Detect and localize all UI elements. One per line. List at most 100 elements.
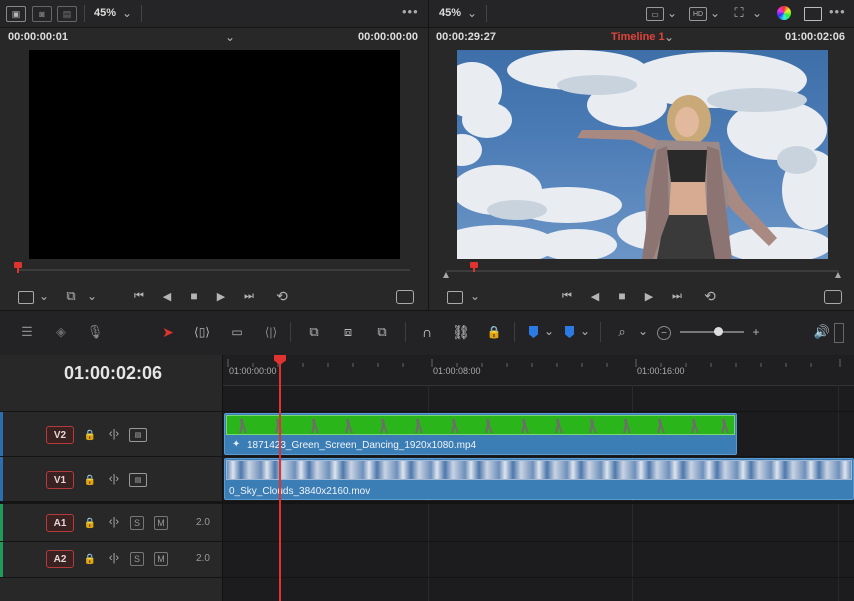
chevron-down-icon[interactable]: ⌄ — [469, 289, 481, 303]
chevron-down-icon[interactable]: ⌄ — [579, 324, 591, 338]
clip-v2[interactable]: ✦ 1871423_Green_Screen_Dancing_1920x1080… — [224, 413, 737, 455]
snapping-icon[interactable]: ∩ — [417, 323, 437, 341]
jump-to-start-icon[interactable]: ⏮ — [558, 289, 576, 303]
hd-output-icon[interactable]: HD — [689, 7, 707, 21]
clip-v1[interactable]: 0_Sky_Clouds_3840x2160.mov — [224, 458, 854, 500]
jump-to-end-icon[interactable]: ⏭ — [668, 289, 686, 303]
microphone-icon[interactable]: 🎙 — [86, 323, 104, 341]
chevron-down-icon[interactable]: ⌄ — [543, 324, 555, 338]
stop-icon[interactable]: ■ — [615, 289, 629, 303]
jump-to-end-icon[interactable]: ⏭ — [240, 289, 258, 303]
options-dots-icon[interactable]: ••• — [402, 4, 419, 19]
track-color-strip — [0, 504, 3, 541]
viewer-size-icon[interactable]: ▭ — [646, 7, 664, 21]
mute-button[interactable]: M — [154, 516, 168, 530]
right-zoom-level[interactable]: 45% — [439, 7, 461, 19]
film-icon[interactable]: ◙ — [32, 6, 52, 22]
chevron-down-icon[interactable]: ⌄ — [637, 324, 649, 338]
dynamic-trim-icon[interactable]: ▭ — [226, 324, 248, 340]
blade-icon[interactable]: ⟨|⟩ — [260, 324, 282, 340]
record-timecode-right: 01:00:02:06 — [785, 31, 845, 43]
zoom-in-icon[interactable]: + — [750, 325, 762, 339]
viewer-mode-icon[interactable] — [18, 291, 34, 304]
insert-clip-icon[interactable]: ⧉ — [63, 288, 79, 303]
source-scrubber-track[interactable] — [18, 269, 410, 271]
zoom-view-icon[interactable]: ⌕ — [610, 323, 634, 341]
play-reverse-icon[interactable]: ◀ — [588, 289, 602, 303]
speaker-icon[interactable]: 🔊 — [813, 323, 831, 341]
trim-edit-icon[interactable]: ⟨▯⟩ — [190, 324, 214, 340]
viewer-mode-icon[interactable] — [447, 291, 463, 304]
divider — [428, 27, 429, 310]
single-viewer-icon[interactable] — [804, 7, 822, 21]
stop-icon[interactable]: ■ — [187, 289, 201, 303]
timeline-name[interactable]: Timeline 1 — [611, 31, 665, 43]
play-icon[interactable]: ▶ — [214, 289, 228, 303]
auto-select-icon[interactable]: ‹|› — [105, 551, 123, 565]
fullscreen-icon[interactable] — [396, 290, 414, 304]
auto-select-icon[interactable]: ‹|› — [105, 472, 123, 486]
timeline-playhead-line[interactable] — [279, 364, 281, 601]
layout-icon[interactable]: ▤ — [57, 6, 77, 22]
options-dots-icon[interactable]: ••• — [829, 4, 846, 19]
insert-clip-icon[interactable]: ⧉ — [302, 323, 326, 341]
volume-meter — [834, 323, 844, 343]
chevron-down-icon[interactable]: ⌄ — [666, 6, 678, 20]
lock-icon[interactable]: 🔒 — [84, 473, 96, 487]
source-viewer-screen[interactable] — [29, 50, 400, 259]
track-label-a1[interactable]: A1 — [46, 514, 74, 532]
zoom-out-icon[interactable]: − — [657, 326, 671, 340]
left-zoom-level[interactable]: 45% — [94, 7, 116, 19]
replace-clip-icon[interactable]: ⧉ — [370, 323, 394, 341]
track-visibility-icon[interactable]: ▤ — [129, 428, 147, 442]
play-reverse-icon[interactable]: ◀ — [160, 289, 174, 303]
color-wheel-icon[interactable] — [777, 6, 791, 20]
auto-select-icon[interactable]: ‹|› — [105, 515, 123, 529]
play-icon[interactable]: ▶ — [642, 289, 656, 303]
divider — [486, 5, 487, 22]
selection-arrow-icon[interactable]: ➤ — [160, 323, 176, 341]
zoom-slider-handle[interactable] — [714, 327, 723, 336]
chevron-down-icon[interactable]: ⌄ — [86, 289, 98, 303]
overwrite-clip-icon[interactable]: ⧈ — [337, 323, 359, 341]
chevron-down-icon[interactable]: ⌄ — [38, 289, 50, 303]
chevron-down-icon[interactable]: ⌄ — [121, 6, 133, 20]
lock-icon[interactable]: 🔒 — [84, 428, 96, 442]
chevron-down-icon[interactable]: ⌄ — [663, 30, 675, 44]
solo-button[interactable]: S — [130, 516, 144, 530]
timeline-scrubber-track[interactable] — [446, 270, 839, 272]
divider — [141, 5, 142, 22]
lock-icon[interactable]: 🔒 — [84, 552, 96, 566]
link-icon[interactable]: ⛓ — [451, 323, 471, 341]
timeline-viewer-screen[interactable] — [457, 50, 828, 259]
image-icon[interactable]: ▣ — [6, 6, 26, 22]
mute-button[interactable]: M — [154, 552, 168, 566]
jump-to-start-icon[interactable]: ⏮ — [130, 289, 148, 303]
transform-icon[interactable]: ⛶ — [731, 5, 747, 20]
track-level: 2.0 — [196, 553, 210, 564]
timeline-current-timecode: 01:00:02:06 — [64, 363, 163, 383]
loop-icon[interactable]: ⟲ — [700, 288, 720, 304]
track-label-a2[interactable]: A2 — [46, 550, 74, 568]
fullscreen-icon[interactable] — [824, 290, 842, 304]
loop-icon[interactable]: ⟲ — [272, 288, 292, 304]
chevron-down-icon[interactable]: ⌄ — [709, 6, 721, 20]
lock-icon[interactable]: 🔒 — [485, 323, 503, 341]
clip-v2-name: 1871423_Green_Screen_Dancing_1920x1080.m… — [247, 440, 477, 451]
chevron-down-icon[interactable]: ⌄ — [466, 6, 478, 20]
track-visibility-icon[interactable]: ▤ — [129, 473, 147, 487]
track-label-v1[interactable]: V1 — [46, 471, 74, 489]
timeline-playhead-line — [473, 267, 475, 272]
auto-select-icon[interactable]: ‹|› — [105, 427, 123, 441]
track-label-v2[interactable]: V2 — [46, 426, 74, 444]
solo-button[interactable]: S — [130, 552, 144, 566]
lock-icon[interactable]: 🔒 — [84, 516, 96, 530]
ruler-label: 01:00:16:00 — [637, 366, 685, 376]
chevron-down-icon[interactable]: ⌄ — [751, 6, 763, 20]
zoom-slider-track[interactable] — [680, 331, 744, 333]
link-audio-icon[interactable]: ◈ — [50, 324, 72, 340]
divider — [428, 0, 429, 27]
track-options-icon[interactable]: ☰ — [16, 324, 38, 340]
chevron-down-icon[interactable]: ⌄ — [224, 30, 236, 44]
track-row-divider — [0, 501, 854, 504]
